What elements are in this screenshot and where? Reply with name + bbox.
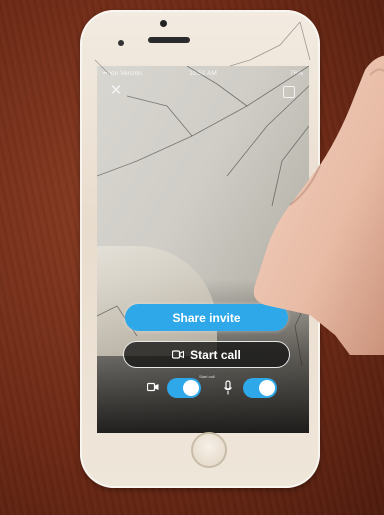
home-button[interactable] bbox=[191, 432, 227, 468]
photo-frame: ••ooo Verizon 10:51 AM 76% ✕ Share invit… bbox=[0, 0, 384, 515]
pointing-hand bbox=[253, 55, 384, 355]
